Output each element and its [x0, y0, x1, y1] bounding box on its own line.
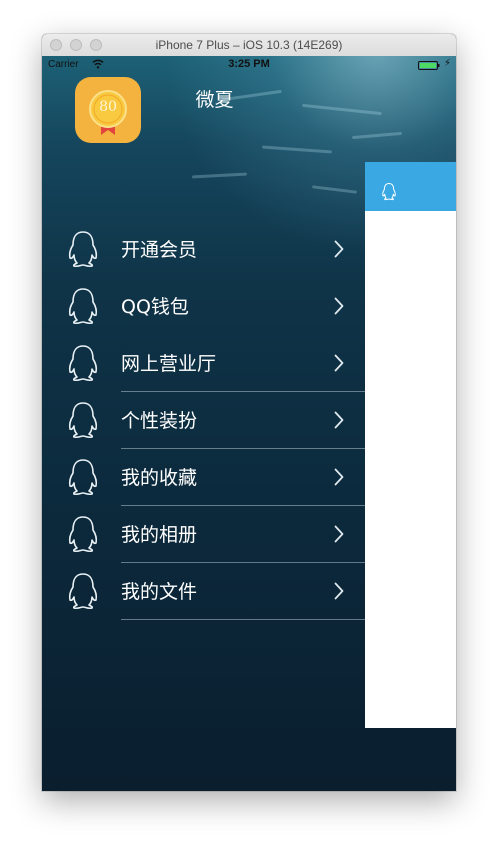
penguin-icon — [68, 573, 98, 610]
content-header — [365, 162, 456, 211]
chevron-right-icon — [334, 582, 344, 600]
menu-item[interactable]: 开通会员 — [42, 221, 365, 278]
battery-icon — [418, 61, 440, 70]
status-bar: Carrier 3:25 PM ⚡ — [42, 56, 456, 76]
nav-title: 微夏 — [195, 89, 234, 111]
window-titlebar: iPhone 7 Plus – iOS 10.3 (14E269) — [42, 34, 456, 57]
penguin-icon — [68, 231, 98, 268]
penguin-icon — [68, 402, 98, 439]
phone-screen: Carrier 3:25 PM ⚡ 80 微夏 开通会员 QQ钱包网上营业厅 个… — [42, 56, 456, 791]
menu-item-label: 我的收藏 — [121, 467, 198, 489]
penguin-icon[interactable] — [381, 182, 397, 201]
chevron-right-icon — [334, 354, 344, 372]
penguin-icon — [68, 516, 98, 553]
chevron-right-icon — [334, 297, 344, 315]
menu-item-label: 个性装扮 — [121, 410, 198, 432]
penguin-icon — [68, 288, 98, 325]
menu-item-label: 网上营业厅 — [121, 353, 217, 375]
main-content-panel[interactable] — [365, 162, 456, 728]
menu-divider — [121, 619, 365, 620]
simulator-window: iPhone 7 Plus – iOS 10.3 (14E269) Carrie… — [42, 34, 456, 791]
chevron-right-icon — [334, 411, 344, 429]
menu-item[interactable]: 我的收藏 — [42, 449, 365, 506]
penguin-icon — [68, 459, 98, 496]
side-menu: 开通会员 QQ钱包网上营业厅个性装扮我的收藏我的相册我的文件 — [42, 221, 365, 620]
chevron-right-icon — [334, 468, 344, 486]
window-title: iPhone 7 Plus – iOS 10.3 (14E269) — [155, 38, 343, 52]
menu-item[interactable]: QQ钱包 — [42, 278, 365, 335]
menu-item[interactable]: 网上营业厅 — [42, 335, 365, 392]
chevron-right-icon — [334, 240, 344, 258]
menu-item[interactable]: 我的文件 — [42, 563, 365, 620]
menu-item-label: 我的文件 — [121, 581, 198, 603]
menu-item[interactable]: 我的相册 — [42, 506, 365, 563]
chevron-right-icon — [334, 525, 344, 543]
menu-item-label: 开通会员 — [121, 239, 198, 261]
menu-item-label: QQ钱包 — [121, 296, 189, 318]
avatar[interactable]: 80 — [75, 77, 141, 143]
charging-icon: ⚡ — [444, 58, 452, 69]
status-time: 3:25 PM — [228, 58, 270, 70]
penguin-icon — [68, 345, 98, 382]
level-value: 80 — [99, 99, 117, 115]
menu-item[interactable]: 个性装扮 — [42, 392, 365, 449]
menu-item-label: 我的相册 — [121, 524, 198, 546]
